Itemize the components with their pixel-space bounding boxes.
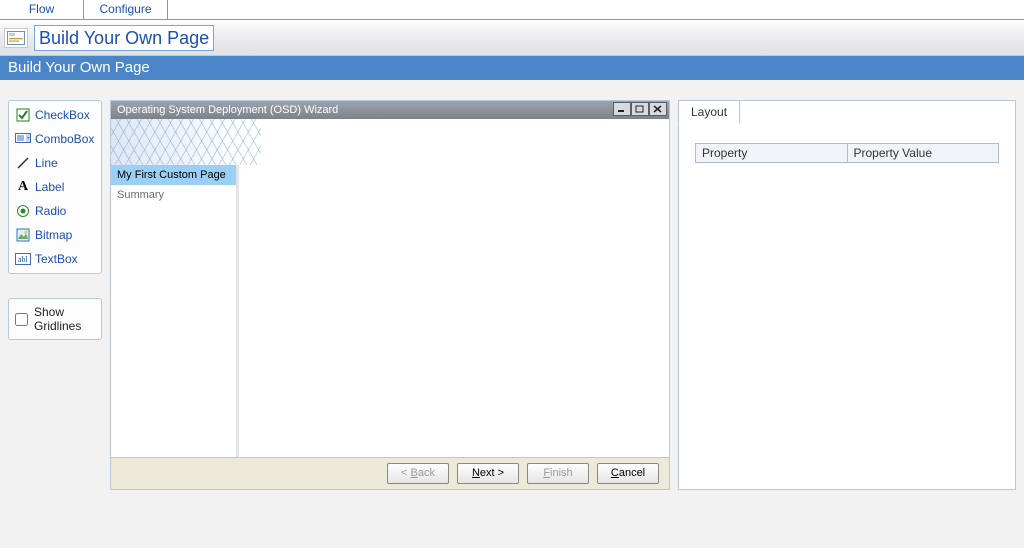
tool-radio[interactable]: Radio xyxy=(11,199,99,223)
tool-textbox[interactable]: abl TextBox xyxy=(11,247,99,271)
wizard-preview: Operating System Deployment (OSD) Wizard… xyxy=(110,100,670,490)
tool-bitmap[interactable]: Bitmap xyxy=(11,223,99,247)
tool-label[interactable]: A Label xyxy=(11,175,99,199)
tool-label: ComboBox xyxy=(35,132,94,146)
next-button[interactable]: Next > xyxy=(457,463,519,484)
wizard-nav-item[interactable]: My First Custom Page xyxy=(111,165,236,185)
breadcrumb-title: Build Your Own Page xyxy=(34,25,214,51)
wizard-canvas[interactable] xyxy=(239,165,669,457)
show-gridlines[interactable]: Show Gridlines xyxy=(8,298,102,340)
toolbar: Build Your Own Page xyxy=(0,20,1024,56)
maximize-icon[interactable] xyxy=(631,102,649,116)
page-title: Build Your Own Page xyxy=(0,56,1024,80)
tool-combobox[interactable]: ComboBox xyxy=(11,127,99,151)
tab-flow[interactable]: Flow xyxy=(0,0,84,19)
toolbox: CheckBox ComboBox Line A Label xyxy=(8,100,102,274)
close-icon[interactable] xyxy=(649,102,667,116)
bitmap-icon xyxy=(15,227,31,243)
combobox-icon xyxy=(15,131,31,147)
wizard-banner xyxy=(111,119,669,165)
line-icon xyxy=(15,155,31,171)
tool-label: Bitmap xyxy=(35,228,72,242)
tool-label: TextBox xyxy=(35,252,78,266)
col-property: Property xyxy=(696,144,848,163)
tool-label: CheckBox xyxy=(35,108,90,122)
label-icon: A xyxy=(15,179,31,195)
wizard-nav: My First Custom Page Summary xyxy=(111,165,239,457)
tab-layout[interactable]: Layout xyxy=(678,100,740,124)
show-gridlines-checkbox[interactable] xyxy=(15,313,28,326)
svg-text:abl: abl xyxy=(18,255,29,264)
page-designer-icon xyxy=(4,28,28,48)
tab-configure[interactable]: Configure xyxy=(84,0,168,19)
tool-line[interactable]: Line xyxy=(11,151,99,175)
tool-label: Label xyxy=(35,180,64,194)
textbox-icon: abl xyxy=(15,251,31,267)
tool-label: Line xyxy=(35,156,58,170)
cancel-button[interactable]: Cancel xyxy=(597,463,659,484)
content: CheckBox ComboBox Line A Label xyxy=(0,80,1024,548)
tool-label: Radio xyxy=(35,204,66,218)
minimize-icon[interactable] xyxy=(613,102,631,116)
checkbox-icon xyxy=(15,107,31,123)
tool-checkbox[interactable]: CheckBox xyxy=(11,103,99,127)
wizard-footer: < Back Next > Finish Cancel xyxy=(111,457,669,489)
wizard-nav-item[interactable]: Summary xyxy=(111,185,236,205)
left-column: CheckBox ComboBox Line A Label xyxy=(8,100,102,548)
top-tabs: Flow Configure xyxy=(0,0,1024,20)
banner-decoration xyxy=(111,119,261,165)
show-gridlines-label: Show Gridlines xyxy=(34,305,95,333)
col-property-value: Property Value xyxy=(847,144,999,163)
wizard-title: Operating System Deployment (OSD) Wizard xyxy=(117,104,338,116)
wizard-body: My First Custom Page Summary xyxy=(111,165,669,457)
properties-panel: Layout Property Property Value xyxy=(678,100,1016,490)
finish-button[interactable]: Finish xyxy=(527,463,589,484)
wizard-titlebar: Operating System Deployment (OSD) Wizard xyxy=(111,101,669,119)
radio-icon xyxy=(15,203,31,219)
properties-table: Property Property Value xyxy=(695,143,999,163)
back-button[interactable]: < Back xyxy=(387,463,449,484)
